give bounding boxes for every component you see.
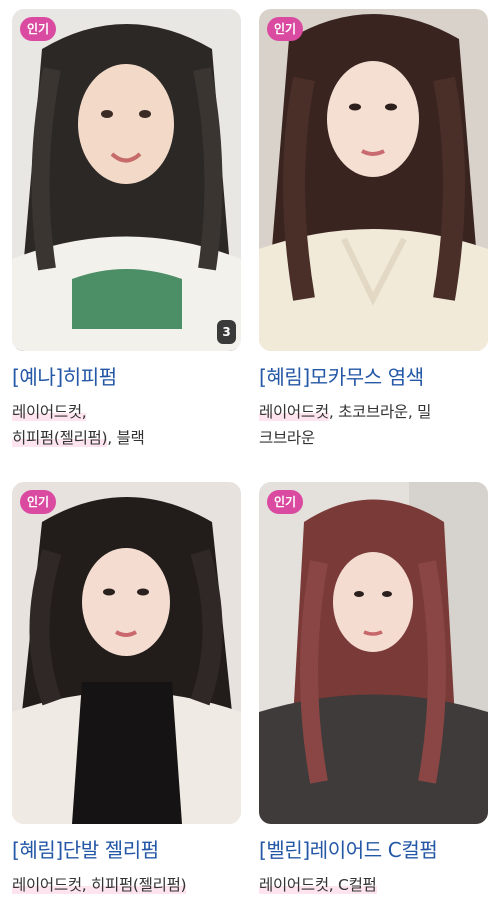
popular-badge: 인기 — [20, 17, 57, 41]
style-title[interactable]: [예나]히피펌 — [12, 362, 241, 392]
style-card-1[interactable]: 인기 3 [예나]히피펌 레이어드컷, 히피펌(젤리펌), 블랙 — [12, 9, 241, 451]
photo-count-badge: 3 — [217, 320, 236, 344]
style-photo-3[interactable]: 인기 — [12, 482, 241, 824]
tag-text: 크브라운 — [259, 429, 315, 447]
style-card-3[interactable]: 인기 [혜림]단발 젤리펌 레이어드컷, 히피펌(젤리펌) — [12, 482, 241, 898]
popular-badge: 인기 — [267, 17, 304, 41]
style-title[interactable]: [혜림]모카무스 염색 — [259, 362, 488, 392]
style-title[interactable]: [벨린]레이어드 C컬펌 — [259, 835, 488, 865]
style-card-4[interactable]: 인기 [벨린]레이어드 C컬펌 레이어드컷, C컬펌 — [259, 482, 488, 898]
style-title[interactable]: [혜림]단발 젤리펌 — [12, 835, 241, 865]
style-tags: 레이어드컷, C컬펌 — [259, 872, 488, 898]
style-tags: 레이어드컷, 초코브라운, 밀 크브라운 — [259, 399, 488, 451]
tag-text: 레이어드컷, 히피펌(젤리펌) — [12, 876, 187, 894]
portrait-photo-icon — [259, 482, 488, 824]
style-tags: 레이어드컷, 히피펌(젤리펌), 블랙 — [12, 399, 241, 451]
portrait-photo-icon — [12, 9, 241, 351]
popular-badge: 인기 — [20, 490, 57, 514]
tag-text-highlighted: 레이어드컷 — [259, 403, 329, 421]
style-photo-2[interactable]: 인기 — [259, 9, 488, 351]
popular-badge: 인기 — [267, 490, 304, 514]
style-photo-1[interactable]: 인기 3 — [12, 9, 241, 351]
tag-text-highlighted: 히피펌(젤리펌) — [12, 429, 108, 447]
style-photo-4[interactable]: 인기 — [259, 482, 488, 824]
style-tags: 레이어드컷, 히피펌(젤리펌) — [12, 872, 241, 898]
portrait-photo-icon — [259, 9, 488, 351]
tag-text: , 초코브라운, 밀 — [328, 403, 432, 421]
tag-text: 레이어드컷, — [12, 403, 87, 421]
tag-text: , 블랙 — [107, 429, 145, 447]
tag-text: 레이어드컷, C컬펌 — [259, 876, 377, 894]
style-card-2[interactable]: 인기 [혜림]모카무스 염색 레이어드컷, 초코브라운, 밀 크브라운 — [259, 9, 488, 451]
portrait-photo-icon — [12, 482, 241, 824]
